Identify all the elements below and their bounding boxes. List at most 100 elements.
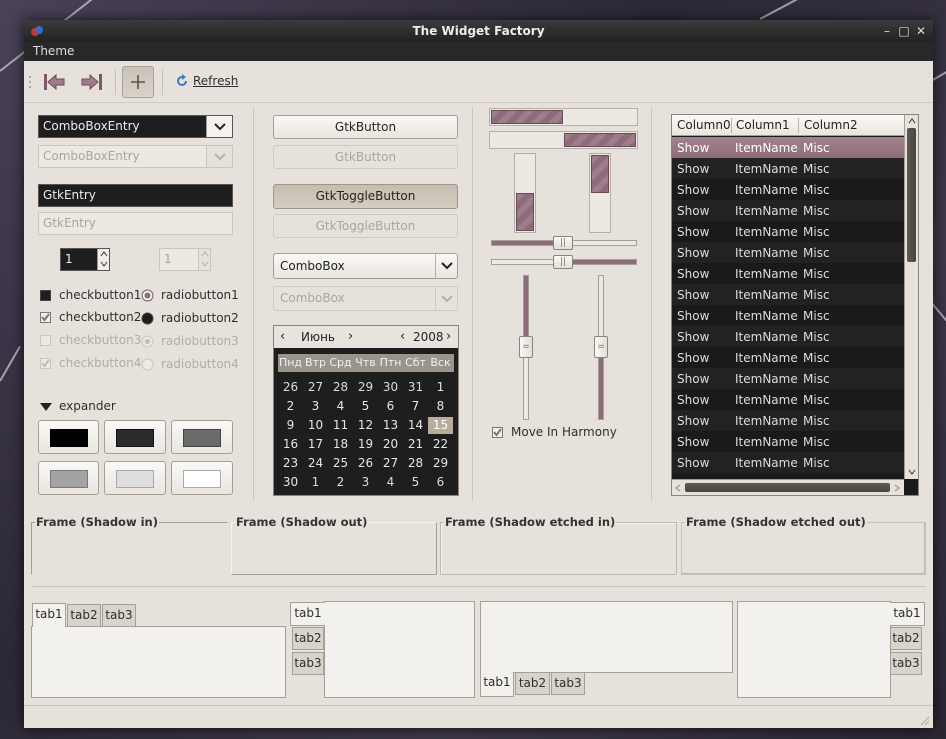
calendar-day[interactable]: 26 xyxy=(353,455,378,472)
notebook-left-tab3[interactable]: tab3 xyxy=(292,652,324,675)
calendar-day[interactable]: 28 xyxy=(403,455,428,472)
vscale-1-handle[interactable]: = xyxy=(519,336,533,358)
hscale-1-handle[interactable]: || xyxy=(553,236,573,250)
checkbutton2-label[interactable]: checkbutton2 xyxy=(59,310,141,324)
calendar-day[interactable]: 20 xyxy=(378,436,403,453)
tree-column0-header[interactable]: Column0 xyxy=(677,118,731,132)
tree-hscrollbar[interactable] xyxy=(672,479,904,495)
calendar-day[interactable]: 30 xyxy=(378,379,403,396)
checkbutton2-box[interactable] xyxy=(40,312,51,323)
calendar-next-month-icon[interactable]: › xyxy=(348,329,353,344)
tree-row[interactable]: Show ItemName Misc xyxy=(672,326,904,347)
tree-view[interactable]: Column0 Column1 Column2 Show ItemName Misc… xyxy=(671,114,919,496)
notebook-right-tab1[interactable]: tab1 xyxy=(890,602,925,626)
tree-row[interactable]: Show ItemName Misc xyxy=(672,368,904,389)
combo-box-entry-toggle[interactable] xyxy=(206,116,232,137)
notebook-bottom-tab2[interactable]: tab2 xyxy=(515,672,550,695)
notebook-top-tab1[interactable]: tab1 xyxy=(32,603,66,627)
tree-row[interactable]: Show ItemName Misc xyxy=(672,410,904,431)
radiobutton2-circle[interactable] xyxy=(141,312,154,325)
refresh-button[interactable]: Refresh xyxy=(174,73,238,89)
notebook-right-tab3[interactable]: tab3 xyxy=(890,652,922,675)
color-swatch-gray[interactable] xyxy=(171,420,233,454)
calendar-prev-year-icon[interactable]: ‹ xyxy=(400,329,405,344)
color-swatch-white[interactable] xyxy=(171,461,233,495)
tree-row[interactable]: Show ItemName Misc xyxy=(672,431,904,452)
color-swatch-black[interactable] xyxy=(38,420,99,454)
tree-row[interactable]: Show ItemName Misc xyxy=(672,347,904,368)
calendar-day[interactable]: 11 xyxy=(328,417,353,434)
combo-box-toggle[interactable] xyxy=(435,254,457,278)
notebook-top-tab2[interactable]: tab2 xyxy=(67,604,101,627)
tree-row[interactable]: Show ItemName Misc xyxy=(672,221,904,242)
calendar-day[interactable]: 3 xyxy=(353,474,378,491)
calendar-day[interactable]: 28 xyxy=(328,379,353,396)
hscale-2-handle[interactable]: || xyxy=(553,255,573,269)
maximize-icon[interactable]: □ xyxy=(896,20,912,42)
tree-hscrollbar-thumb[interactable] xyxy=(685,483,890,492)
radiobutton2-label[interactable]: radiobutton2 xyxy=(161,311,239,325)
gtk-toggle-button[interactable]: GtkToggleButton xyxy=(273,184,458,209)
calendar-prev-month-icon[interactable]: ‹ xyxy=(280,329,285,344)
resize-grip-icon[interactable] xyxy=(918,714,930,726)
tree-row[interactable]: Show ItemName Misc xyxy=(672,137,904,158)
move-in-harmony-label[interactable]: Move In Harmony xyxy=(511,425,617,439)
tree-row[interactable]: Show ItemName Misc xyxy=(672,158,904,179)
gtk-entry[interactable]: GtkEntry xyxy=(38,184,233,207)
calendar-day[interactable]: 30 xyxy=(278,474,303,491)
spin-arrows[interactable] xyxy=(97,249,109,270)
vscale-2-handle[interactable]: = xyxy=(594,336,608,358)
notebook-left-tab2[interactable]: tab2 xyxy=(292,627,324,650)
menu-theme[interactable]: Theme xyxy=(33,44,74,58)
calendar-day[interactable]: 12 xyxy=(353,417,378,434)
tree-row[interactable]: Show ItemName Misc xyxy=(672,284,904,305)
calendar-day[interactable]: 10 xyxy=(303,417,328,434)
calendar-day[interactable]: 27 xyxy=(378,455,403,472)
calendar-day[interactable]: 21 xyxy=(403,436,428,453)
calendar-day[interactable]: 4 xyxy=(378,474,403,491)
combo-box[interactable]: ComboBox xyxy=(273,253,458,279)
calendar-day[interactable]: 18 xyxy=(328,436,353,453)
calendar-day[interactable]: 24 xyxy=(303,455,328,472)
calendar-day[interactable]: 5 xyxy=(353,398,378,415)
notebook-right-tab2[interactable]: tab2 xyxy=(890,627,922,650)
scroll-down-icon[interactable] xyxy=(908,469,916,475)
combo-box-entry[interactable]: ComboBoxEntry xyxy=(38,115,233,138)
calendar[interactable]: ‹ Июнь › ‹ 2008 › Пнд Втр Срд Чтв Птн Сбт Вск … xyxy=(273,325,459,496)
spin-up-icon[interactable] xyxy=(100,251,108,257)
calendar-day[interactable]: 14 xyxy=(403,417,428,434)
tree-row[interactable]: Show ItemName Misc xyxy=(672,452,904,473)
close-icon[interactable]: ✕ xyxy=(913,20,929,42)
calendar-day-selected[interactable]: 15 xyxy=(428,417,453,434)
calendar-day[interactable]: 25 xyxy=(328,455,353,472)
calendar-next-year-icon[interactable]: › xyxy=(446,329,451,344)
gtk-button[interactable]: GtkButton xyxy=(273,115,458,139)
minimize-icon[interactable]: – xyxy=(879,20,895,42)
tree-column2-header[interactable]: Column2 xyxy=(804,118,858,132)
calendar-day[interactable]: 27 xyxy=(303,379,328,396)
checkbutton1-box[interactable] xyxy=(40,290,51,301)
notebook-top-tab3[interactable]: tab3 xyxy=(102,604,136,627)
tree-vscrollbar-thumb[interactable] xyxy=(907,128,916,262)
calendar-day[interactable]: 4 xyxy=(328,398,353,415)
calendar-day[interactable]: 31 xyxy=(403,379,428,396)
tree-row[interactable]: Show ItemName Misc xyxy=(672,242,904,263)
calendar-day[interactable]: 23 xyxy=(278,455,303,472)
move-in-harmony-checkbox[interactable] xyxy=(492,427,503,438)
radiobutton1-label[interactable]: radiobutton1 xyxy=(161,288,239,302)
tree-column1-header[interactable]: Column1 xyxy=(736,118,790,132)
calendar-day[interactable]: 6 xyxy=(428,474,453,491)
calendar-day[interactable]: 6 xyxy=(378,398,403,415)
scroll-right-icon[interactable] xyxy=(894,484,900,492)
calendar-day[interactable]: 3 xyxy=(303,398,328,415)
goto-first-button[interactable] xyxy=(38,66,70,98)
scroll-up-icon[interactable] xyxy=(908,118,916,124)
notebook-bottom-tab1[interactable]: tab1 xyxy=(480,672,514,697)
tree-row[interactable]: Show ItemName Misc xyxy=(672,305,904,326)
calendar-day[interactable]: 17 xyxy=(303,436,328,453)
notebook-bottom-tab3[interactable]: tab3 xyxy=(551,672,585,695)
goto-last-button[interactable] xyxy=(76,66,108,98)
notebook-left-tab1[interactable]: tab1 xyxy=(290,602,325,626)
radiobutton1-circle[interactable] xyxy=(141,289,154,302)
calendar-day[interactable]: 29 xyxy=(428,455,453,472)
